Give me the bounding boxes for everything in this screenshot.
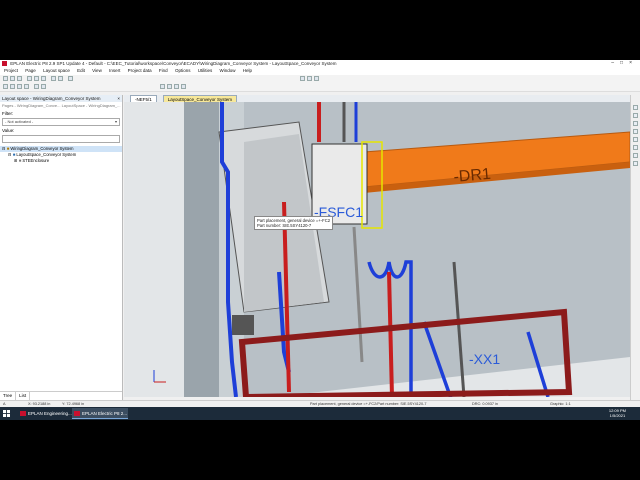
3d-scene: -DR1 -FSFC1 -XX1 [124,102,630,397]
3d-layout-viewport[interactable]: -DR1 -FSFC1 -XX1 [124,102,630,397]
maximize-button[interactable]: □ [620,60,629,66]
line-tool-icon[interactable] [633,113,638,118]
zoom-out-icon[interactable] [307,76,312,81]
menu-help[interactable]: Help [243,68,252,73]
rotate-tool-icon[interactable] [633,153,638,158]
menu-project-data[interactable]: Project data [128,68,152,73]
taskbar-app-eplan-electric[interactable]: EPLAN Electric P8 2... [72,408,128,419]
layout-space-icon: ■ [12,152,16,157]
tab-list[interactable]: List [16,392,31,400]
mounting-panel-icon[interactable] [167,84,172,89]
window-title: EPLAN Electric P8 2.9 SP1 Update 4 - Def… [10,61,337,66]
menu-view[interactable]: View [92,68,102,73]
duct-label-dr1: -DR1 [453,166,492,186]
new-project-icon[interactable] [3,76,8,81]
menu-page[interactable]: Page [25,68,36,73]
select-tool-icon[interactable] [633,105,638,110]
menu-window[interactable]: Window [220,68,236,73]
insert-terminal-icon[interactable] [24,84,29,89]
expand-icon[interactable]: ⊞ [14,158,18,163]
enclosure-icon: ■ [18,158,22,163]
filter-select[interactable]: - Not activated - ▾ [2,118,120,126]
navigator-path: Pages - WiringDiagram_Conve... LayoutSpa… [2,103,121,108]
text-tool-icon[interactable] [633,137,638,142]
tree-item-enclosure[interactable]: ⊞ ■ STEEnclosure [0,158,122,164]
close-button[interactable]: × [629,60,638,66]
open-project-icon[interactable] [10,76,15,81]
taskbar-app-label: EPLAN Engineering... [28,411,72,416]
value-label: Value: [2,128,15,133]
tab-tree[interactable]: Tree [0,392,17,400]
taskbar-clock[interactable]: 12:09 PM 1/5/2021 [609,408,626,418]
menu-project[interactable]: Project [4,68,18,73]
cable-duct-icon[interactable] [174,84,179,89]
menu-options[interactable]: Options [175,68,191,73]
layout-space-icon[interactable] [160,84,165,89]
interruption-point-icon[interactable] [41,84,46,89]
zoom-fit-icon[interactable] [314,76,319,81]
toolbar-row-2 [0,83,640,92]
menu-insert[interactable]: Insert [109,68,120,73]
insert-symbol-icon[interactable] [3,84,8,89]
tree-item-label: LayoutSpace_Conveyor System [16,152,77,157]
windows-start-icon[interactable] [3,410,10,417]
eplan-app-window: EPLAN Electric P8 2.9 SP1 Update 4 - Def… [0,60,640,420]
navigator-tabs: Tree List [0,391,122,400]
menu-edit[interactable]: Edit [77,68,85,73]
mounting-rail-icon[interactable] [181,84,186,89]
zoom-in-icon[interactable] [300,76,305,81]
project-icon: ■ [6,146,10,151]
rectangle-tool-icon[interactable] [633,121,638,126]
connection-icon[interactable] [34,84,39,89]
tree-item-label: WiringDiagram_Conveyor System [10,146,74,151]
menu-layout-space[interactable]: Layout space [43,68,70,73]
taskbar-app-eplan-engineering[interactable]: EPLAN Engineering... [18,408,74,419]
eplan-app-icon [20,411,26,416]
mirror-tool-icon[interactable] [633,161,638,166]
windows-taskbar: EPLAN Engineering... EPLAN Electric P8 2… [0,407,640,420]
navigator-close-icon[interactable]: × [117,95,120,102]
eplan-logo-icon [2,61,7,66]
minimize-button[interactable]: – [611,60,620,66]
print-icon[interactable] [68,76,73,81]
clock-date: 1/5/2021 [609,413,626,418]
dimension-tool-icon[interactable] [633,145,638,150]
terminal-label-xx1: -XX1 [469,351,500,367]
filter-label: Filter: [2,111,14,116]
menu-utilities[interactable]: Utilities [198,68,213,73]
cut-icon[interactable] [27,76,32,81]
redo-icon[interactable] [58,76,63,81]
layout-space-navigator: Layout space - WiringDiagram_Conveyor Sy… [0,95,123,400]
insert-device-icon[interactable] [10,84,15,89]
copy-icon[interactable] [34,76,39,81]
tree-item-label: STEEnclosure [22,158,50,163]
navigator-header: Layout space - WiringDiagram_Conveyor Sy… [0,95,122,102]
collapse-icon[interactable]: ⊟ [2,146,6,151]
window-controls: –□× [611,60,638,67]
undo-icon[interactable] [51,76,56,81]
eplan-app-icon [74,411,80,416]
paste-icon[interactable] [41,76,46,81]
save-icon[interactable] [17,76,22,81]
chevron-down-icon: ▾ [114,119,117,124]
enclosure-side-wall [184,102,219,397]
menu-find[interactable]: Find [159,68,168,73]
title-bar: EPLAN Electric P8 2.9 SP1 Update 4 - Def… [0,60,640,67]
menu-bar: Project Page Layout space Edit View Inse… [0,67,640,75]
value-input[interactable] [2,135,120,143]
power-supply-terminals [232,315,254,335]
circle-tool-icon[interactable] [633,129,638,134]
document-tabs: -NEF5/1 LayoutSpace_Conveyor System [124,95,630,103]
taskbar-app-label: EPLAN Electric P8 2... [82,411,128,416]
tooltip-line-2: Part number: SIE.5SY4120-7 [257,223,312,228]
filter-value: - Not activated - [5,119,34,124]
right-toolbar [630,95,640,400]
insert-cable-icon[interactable] [17,84,22,89]
collapse-icon[interactable]: ⊟ [8,152,12,157]
device-tooltip: Part placement, general device =+-FC2 Pa… [254,216,334,230]
navigator-title: Layout space - WiringDiagram_Conveyor Sy… [2,96,101,101]
navigator-tree: ⊟ ■ WiringDiagram_Conveyor System ⊟ ■ La… [0,146,122,164]
